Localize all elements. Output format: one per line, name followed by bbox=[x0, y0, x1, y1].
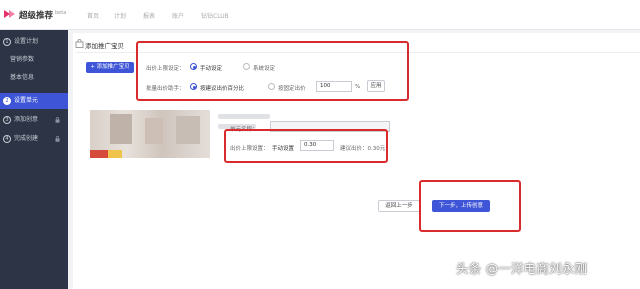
top-bar: 超级推荐 beta 首页 计划 报表 账户 钻钻CLUB bbox=[0, 0, 640, 30]
annotation-box-next-step bbox=[419, 180, 521, 232]
nav-plan[interactable]: 计划 bbox=[114, 11, 126, 20]
lock-icon bbox=[55, 117, 60, 123]
sidebar-item-label: 添加创意 bbox=[14, 116, 39, 123]
sidebar-item-label: 营销参数 bbox=[10, 56, 35, 63]
sidebar-item-marketing-params[interactable]: 营销参数 bbox=[0, 52, 68, 68]
prev-step-button[interactable]: 返回上一步 bbox=[378, 200, 420, 212]
nav-account[interactable]: 账户 bbox=[172, 11, 184, 20]
logo-beta-badge: beta bbox=[55, 10, 67, 16]
step-number: 3 bbox=[3, 115, 11, 124]
sidebar-item-label: 完成创建 bbox=[14, 135, 39, 142]
sidebar-item-set-plan[interactable]: 1 设置计划 bbox=[0, 34, 68, 50]
sidebar: 1 设置计划 营销参数 基本信息 2 设置单元 3 添加创意 4 完成创建 bbox=[0, 30, 68, 289]
watermark: 头条 @一洋电商刘永刚 bbox=[456, 261, 588, 276]
nav-club[interactable]: 钻钻CLUB bbox=[201, 11, 229, 20]
sidebar-item-add-creative[interactable]: 3 添加创意 bbox=[0, 112, 68, 128]
sidebar-item-label: 设置计划 bbox=[14, 38, 39, 45]
sidebar-item-set-unit[interactable]: 2 设置单元 bbox=[0, 93, 68, 109]
add-product-button[interactable]: + 添加推广宝贝 bbox=[86, 62, 134, 73]
product-bag-icon bbox=[75, 39, 84, 48]
page-title: 添加推广宝贝 bbox=[85, 42, 124, 50]
nav-home[interactable]: 首页 bbox=[87, 11, 99, 20]
lock-icon bbox=[55, 136, 60, 142]
sidebar-item-label: 设置单元 bbox=[14, 97, 39, 104]
sidebar-item-basic-info[interactable]: 基本信息 bbox=[0, 70, 68, 86]
product-title-blurred bbox=[218, 114, 270, 119]
sidebar-item-label: 基本信息 bbox=[10, 74, 35, 81]
sidebar-item-finish[interactable]: 4 完成创建 bbox=[0, 131, 68, 147]
annotation-box-item-bid bbox=[224, 129, 388, 163]
step-number: 2 bbox=[3, 96, 11, 105]
logo-icon bbox=[4, 10, 15, 18]
step-number: 1 bbox=[3, 37, 11, 46]
logo-text: 超级推荐 bbox=[19, 11, 54, 21]
annotation-box-bid-settings bbox=[136, 41, 409, 101]
product-image bbox=[90, 110, 210, 158]
step-number: 4 bbox=[3, 134, 11, 143]
nav-report[interactable]: 报表 bbox=[143, 11, 155, 20]
